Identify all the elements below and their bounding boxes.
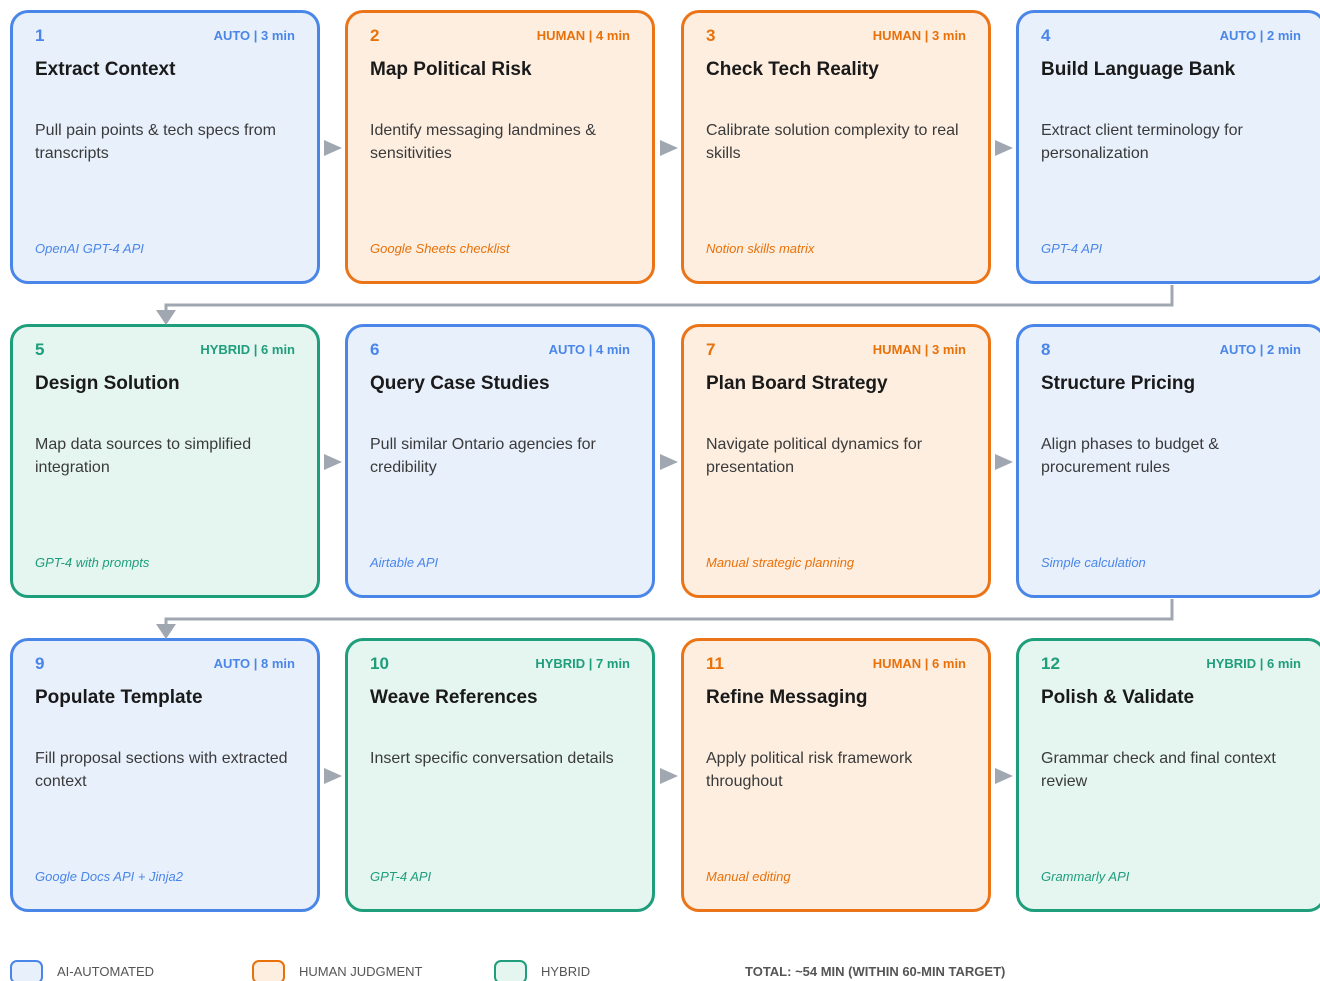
step-description: Align phases to budget & procurement rul… xyxy=(1041,436,1219,476)
step-tool: GPT-4 API xyxy=(370,869,432,884)
step-title: Map Political Risk xyxy=(370,59,532,80)
row-wrap-connector xyxy=(164,599,1174,626)
step-card-9: 9 AUTO | 8 min Populate Template Fill pr… xyxy=(10,638,320,912)
arrow-right-icon xyxy=(660,454,678,470)
step-meta: HYBRID | 6 min xyxy=(200,342,295,357)
step-number: 9 xyxy=(35,654,45,673)
step-number: 6 xyxy=(370,340,380,359)
step-number: 8 xyxy=(1041,340,1051,359)
arrow-right-icon xyxy=(995,768,1013,784)
arrow-down-icon xyxy=(156,310,176,325)
step-description: Apply political risk framework throughou… xyxy=(706,750,913,790)
step-number: 7 xyxy=(706,340,716,359)
step-number: 11 xyxy=(706,654,724,673)
step-description: Pull pain points & tech specs from trans… xyxy=(35,122,277,162)
step-title: Polish & Validate xyxy=(1041,687,1195,708)
legend-swatch-human xyxy=(252,960,285,981)
step-title: Design Solution xyxy=(35,373,180,394)
step-tool: GPT-4 API xyxy=(1041,241,1103,256)
arrow-right-icon xyxy=(324,768,342,784)
step-tool: Manual editing xyxy=(706,869,791,884)
step-title: Build Language Bank xyxy=(1041,59,1236,80)
step-description: Extract client terminology for personali… xyxy=(1041,122,1243,162)
total-time: TOTAL: ~54 MIN (WITHIN 60-MIN TARGET) xyxy=(745,964,1006,979)
step-tool: Manual strategic planning xyxy=(706,555,855,570)
step-card-3: 3 HUMAN | 3 min Check Tech Reality Calib… xyxy=(681,10,991,284)
step-tool: Airtable API xyxy=(370,555,439,570)
step-card-2: 2 HUMAN | 4 min Map Political Risk Ident… xyxy=(345,10,655,284)
step-meta: HYBRID | 6 min xyxy=(1206,656,1301,671)
step-number: 2 xyxy=(370,26,380,45)
step-number: 1 xyxy=(35,26,45,45)
step-meta: HUMAN | 4 min xyxy=(536,28,630,43)
step-meta: HUMAN | 3 min xyxy=(872,342,966,357)
step-title: Refine Messaging xyxy=(706,687,868,708)
step-tool: OpenAI GPT-4 API xyxy=(35,241,144,256)
step-title: Query Case Studies xyxy=(370,373,550,394)
step-title: Weave References xyxy=(370,687,538,708)
step-card-6: 6 AUTO | 4 min Query Case Studies Pull s… xyxy=(345,324,655,598)
step-number: 5 xyxy=(35,340,45,359)
step-meta: AUTO | 4 min xyxy=(548,342,630,357)
step-number: 4 xyxy=(1041,26,1051,45)
arrow-right-icon xyxy=(660,140,678,156)
step-card-10: 10 HYBRID | 7 min Weave References Inser… xyxy=(345,638,655,912)
step-description: Calibrate solution complexity to real sk… xyxy=(706,122,959,162)
step-card-5: 5 HYBRID | 6 min Design Solution Map dat… xyxy=(10,324,320,598)
arrow-down-icon xyxy=(156,624,176,639)
step-description: Pull similar Ontario agencies for credib… xyxy=(370,436,596,476)
legend-label-human: HUMAN JUDGMENT xyxy=(299,964,423,979)
arrow-right-icon xyxy=(324,454,342,470)
step-tool: Google Sheets checklist xyxy=(370,241,510,256)
step-tool: Grammarly API xyxy=(1041,869,1130,884)
step-description: Grammar check and final context review xyxy=(1041,750,1276,790)
step-description: Fill proposal sections with extracted co… xyxy=(35,750,288,790)
step-card-11: 11 HUMAN | 6 min Refine Messaging Apply … xyxy=(681,638,991,912)
step-number: 3 xyxy=(706,26,716,45)
step-card-7: 7 HUMAN | 3 min Plan Board Strategy Navi… xyxy=(681,324,991,598)
step-meta: AUTO | 2 min xyxy=(1219,342,1301,357)
step-tool: Notion skills matrix xyxy=(706,241,815,256)
step-number: 12 xyxy=(1041,654,1060,673)
step-title: Check Tech Reality xyxy=(706,59,879,80)
step-card-8: 8 AUTO | 2 min Structure Pricing Align p… xyxy=(1016,324,1320,598)
legend-swatch-hybrid xyxy=(494,960,527,981)
arrow-right-icon xyxy=(660,768,678,784)
step-tool: GPT-4 with prompts xyxy=(35,555,150,570)
step-description: Identify messaging landmines & sensitivi… xyxy=(370,122,596,162)
step-card-1: 1 AUTO | 3 min Extract Context Pull pain… xyxy=(10,10,320,284)
step-meta: HUMAN | 6 min xyxy=(872,656,966,671)
legend-label-auto: AI-AUTOMATED xyxy=(57,964,155,979)
step-title: Plan Board Strategy xyxy=(706,373,888,394)
row-wrap-connector xyxy=(164,285,1174,312)
arrow-right-icon xyxy=(995,140,1013,156)
step-meta: AUTO | 8 min xyxy=(213,656,295,671)
step-description: Insert specific conversation details xyxy=(370,750,614,767)
step-meta: HUMAN | 3 min xyxy=(872,28,966,43)
step-description: Navigate political dynamics for presenta… xyxy=(706,436,923,476)
step-description: Map data sources to simplified integrati… xyxy=(35,436,252,476)
step-title: Extract Context xyxy=(35,59,176,80)
step-card-12: 12 HYBRID | 6 min Polish & Validate Gram… xyxy=(1016,638,1320,912)
step-title: Structure Pricing xyxy=(1041,373,1196,394)
step-card-4: 4 AUTO | 2 min Build Language Bank Extra… xyxy=(1016,10,1320,284)
step-tool: Google Docs API + Jinja2 xyxy=(35,869,184,884)
legend-swatch-auto xyxy=(10,960,43,981)
step-tool: Simple calculation xyxy=(1041,555,1146,570)
step-meta: AUTO | 3 min xyxy=(213,28,295,43)
step-meta: AUTO | 2 min xyxy=(1219,28,1301,43)
arrow-right-icon xyxy=(324,140,342,156)
legend-label-hybrid: HYBRID xyxy=(541,964,591,979)
step-number: 10 xyxy=(370,654,389,673)
step-meta: HYBRID | 7 min xyxy=(535,656,630,671)
step-title: Populate Template xyxy=(35,687,203,708)
arrow-right-icon xyxy=(995,454,1013,470)
